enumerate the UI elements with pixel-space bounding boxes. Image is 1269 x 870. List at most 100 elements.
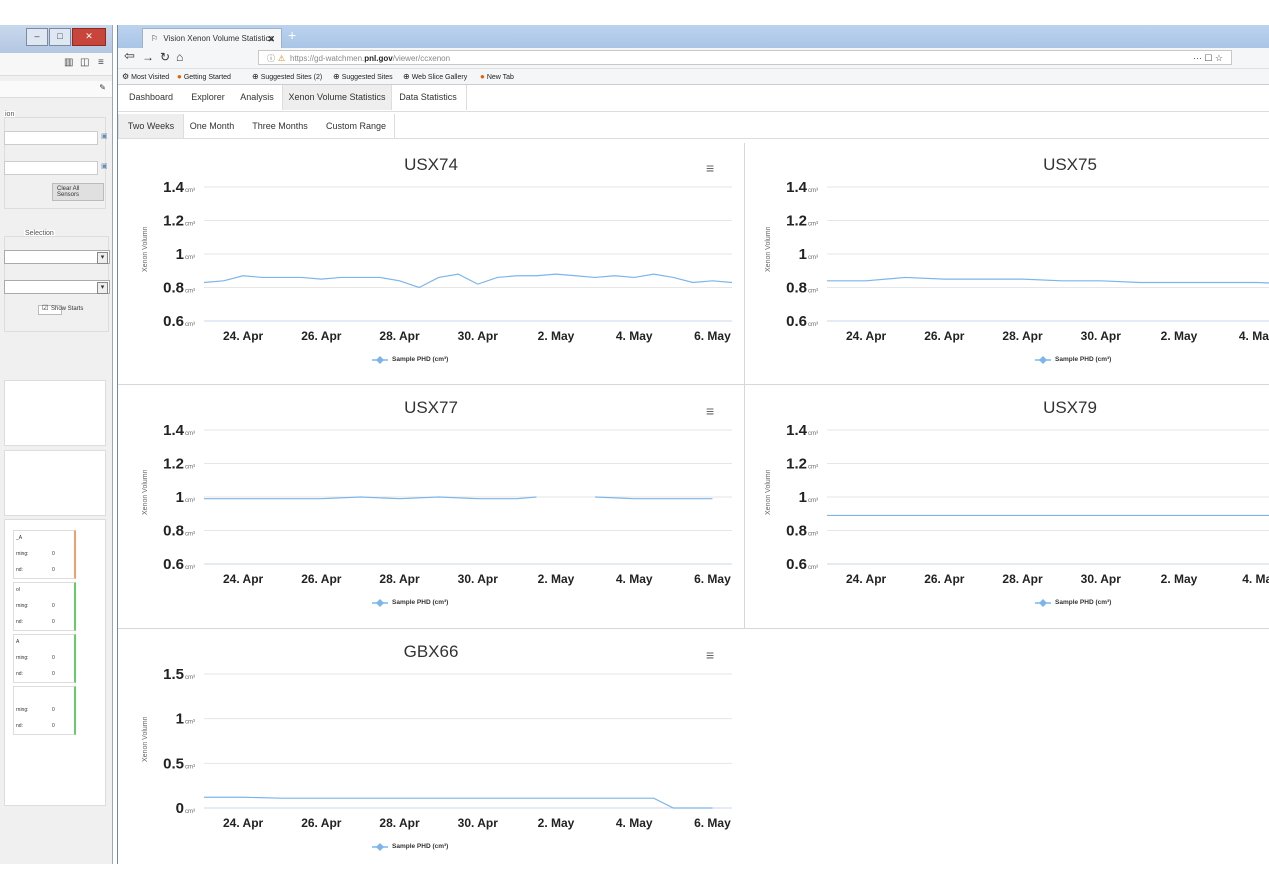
tab-custom-range[interactable]: Custom Range <box>318 114 395 138</box>
x-tick-label: 2. May <box>538 816 575 830</box>
series-line <box>827 276 1269 284</box>
legend-marker <box>376 599 384 607</box>
y-tick-label: 0.6 <box>786 313 807 330</box>
menu-icon[interactable]: ≡ <box>98 57 104 68</box>
x-tick-label: 28. Apr <box>379 572 420 586</box>
x-tick-label: 30. Apr <box>1081 572 1122 586</box>
station-cards-panel: _A rning: 0 nd: 0 ol rning: 0 nd: 0 A rn… <box>4 519 106 806</box>
bookmark-label: Getting Started <box>183 74 231 81</box>
legend-label[interactable]: Sample PHD (cm³) <box>1055 356 1111 363</box>
browser-window: ⚐ Vision Xenon Volume Statistics ✕ + ⇦ →… <box>117 25 1269 870</box>
bookmark-most-visited[interactable]: ⚙ Most Visited <box>122 72 169 81</box>
address-bar[interactable]: ⓘ ⚠ https://gd-watchmen.pnl.gov/viewer/c… <box>258 50 1232 65</box>
x-tick-label: 24. Apr <box>846 329 887 343</box>
warning-lock-icon[interactable]: ⚠ <box>278 51 285 66</box>
bookmark-web-slice-gallery[interactable]: ⊕ Web Slice Gallery <box>403 72 467 81</box>
station-select[interactable]: ▾ <box>4 280 110 294</box>
tab-analysis[interactable]: Analysis <box>232 85 282 110</box>
clear-all-sensors-button[interactable]: Clear All Sensors <box>52 183 104 201</box>
back-button[interactable]: ⇦ <box>124 48 135 64</box>
x-tick-label: 4. Ma <box>1242 572 1269 586</box>
x-tick-label: 6. May <box>694 572 731 586</box>
reload-button[interactable]: ↻ <box>160 50 170 64</box>
y-tick-unit: cm³ <box>185 289 195 295</box>
x-tick-label: 26. Apr <box>301 329 342 343</box>
new-tab-button[interactable]: + <box>288 27 296 43</box>
bookmark-getting-started[interactable]: ● Getting Started <box>177 72 231 81</box>
info-icon[interactable]: ⓘ <box>267 51 275 66</box>
date-selection-group: ion ▣ ▣ Clear All Sensors <box>4 111 108 209</box>
x-tick-label: 30. Apr <box>1081 329 1122 343</box>
y-tick-unit: cm³ <box>808 431 818 437</box>
y-tick-label: 1.5 <box>163 666 184 683</box>
bookmark-suggested-sites-2[interactable]: ⊕ Suggested Sites (2) <box>252 72 322 81</box>
firefox-icon: ● <box>480 72 485 81</box>
bookmarks-bar: ⚙ Most Visited ● Getting Started ⊕ Suggeste… <box>118 69 1269 85</box>
window-toolbar: ▥ ◫ ≡ <box>0 53 112 76</box>
home-button[interactable]: ⌂ <box>176 50 183 64</box>
y-tick-unit: cm³ <box>185 532 195 538</box>
card-second-value: 0 <box>52 567 55 573</box>
browser-tab[interactable]: ⚐ Vision Xenon Volume Statistics ✕ <box>142 28 282 48</box>
x-tick-label: 28. Apr <box>379 329 420 343</box>
library-icon[interactable]: ▥ <box>64 57 73 68</box>
y-tick-unit: cm³ <box>185 764 195 770</box>
station-card[interactable]: ol rning: 0 nd: 0 <box>13 582 76 631</box>
close-tab-icon[interactable]: ✕ <box>267 29 275 49</box>
legend-label[interactable]: Sample PHD (cm³) <box>392 843 448 850</box>
legend-label[interactable]: Sample PHD (cm³) <box>392 599 448 606</box>
show-starts-label: Show Starts <box>51 306 84 312</box>
card-second-label: nd: <box>16 671 23 677</box>
chart-svg: 1.4 cm³1.2 cm³1 cm³0.8 cm³0.6 cm³24. Apr 26. A… <box>163 422 732 607</box>
close-window-button[interactable]: ✕ <box>72 28 106 46</box>
checkbox-icon[interactable]: ☑ <box>42 304 48 312</box>
y-tick-label: 1.4 <box>163 422 185 439</box>
y-tick-unit: cm³ <box>185 322 195 328</box>
minimize-button[interactable]: – <box>26 28 48 46</box>
tab-three-months[interactable]: Three Months <box>242 114 318 138</box>
card-second-label: nd: <box>16 723 23 729</box>
tab-one-month[interactable]: One Month <box>182 114 242 138</box>
sensor-select[interactable]: ▾ <box>4 250 110 264</box>
end-date-field[interactable] <box>4 161 98 175</box>
station-card[interactable]: A rning: 0 nd: 0 <box>13 634 76 683</box>
card-warning-value: 0 <box>52 551 55 557</box>
card-warning-label: rning: <box>16 603 29 609</box>
y-tick-unit: cm³ <box>185 431 195 437</box>
y-tick-unit: cm³ <box>808 322 818 328</box>
page-actions-icons[interactable]: ··· ☐ ☆ <box>1193 51 1223 66</box>
station-card[interactable]: _A rning: 0 nd: 0 <box>13 530 76 579</box>
tab-data-statistics[interactable]: Data Statistics <box>390 85 467 110</box>
maximize-button[interactable]: □ <box>49 28 71 46</box>
legend-label[interactable]: Sample PHD (cm³) <box>392 356 448 363</box>
series-line <box>204 796 713 809</box>
tab-two-weeks[interactable]: Two Weeks <box>118 114 184 138</box>
tab-dashboard[interactable]: Dashboard <box>118 85 184 110</box>
range-tabs: Two Weeks One Month Three Months Custom … <box>118 114 1269 139</box>
calendar-icon[interactable]: ▣ <box>101 132 108 140</box>
station-card[interactable]: rning: 0 nd: 0 <box>13 686 76 735</box>
y-tick-label: 1.4 <box>163 179 185 196</box>
chevron-down-icon: ▾ <box>97 282 108 294</box>
y-tick-label: 1 <box>799 489 807 506</box>
calendar-icon[interactable]: ▣ <box>101 162 108 170</box>
y-tick-label: 1.2 <box>163 456 184 473</box>
card-second-label: nd: <box>16 567 23 573</box>
y-tick-label: 0.6 <box>163 556 184 573</box>
forward-button[interactable]: → <box>142 50 154 64</box>
y-tick-unit: cm³ <box>808 465 818 471</box>
y-tick-label: 1.4 <box>786 179 808 196</box>
sidebar-icon[interactable]: ◫ <box>80 57 89 68</box>
tab-xenon-volume-statistics[interactable]: Xenon Volume Statistics <box>282 85 392 110</box>
y-tick-label: 0.8 <box>786 523 807 540</box>
legend-label[interactable]: Sample PHD (cm³) <box>1055 599 1111 606</box>
legend-marker <box>376 843 384 851</box>
background-window: – □ ✕ ▥ ◫ ≡ ✎ ion ▣ ▣ Clear All Sensors … <box>0 25 113 864</box>
bookmark-suggested-sites[interactable]: ⊕ Suggested Sites <box>333 72 393 81</box>
legend-marker <box>1039 356 1047 364</box>
start-date-field[interactable] <box>4 131 98 145</box>
edit-icon[interactable]: ✎ <box>99 83 106 92</box>
bookmark-new-tab[interactable]: ● New Tab <box>480 72 514 81</box>
tab-explorer[interactable]: Explorer <box>184 85 232 110</box>
chart-svg: 1.4 cm³1.2 cm³1 cm³0.8 cm³0.6 cm³24. Apr 26. A… <box>786 422 1269 607</box>
